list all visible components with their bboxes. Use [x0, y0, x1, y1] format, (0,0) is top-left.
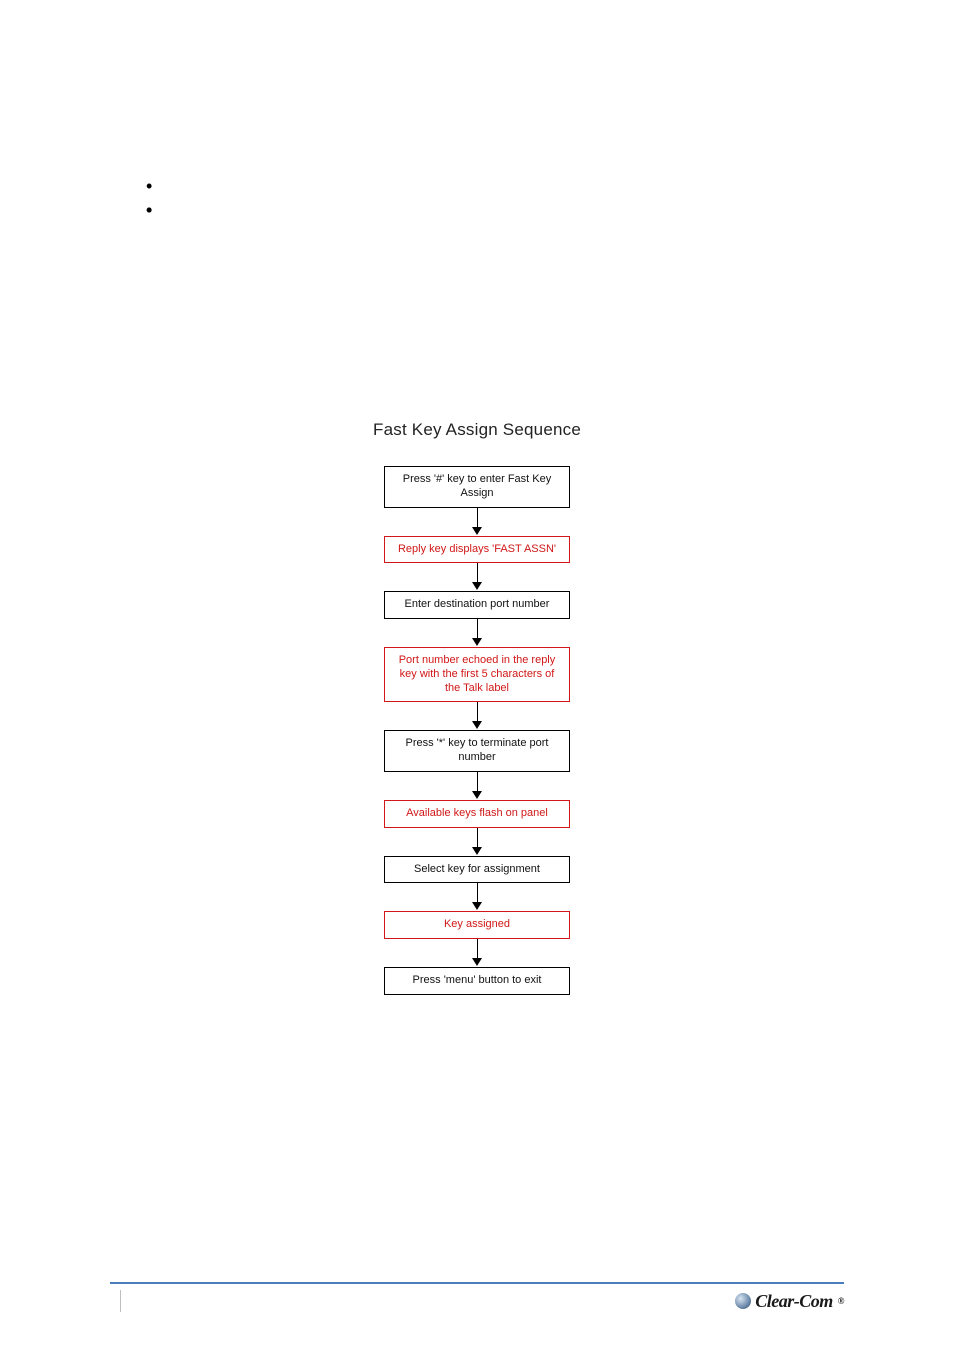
flow-step-user: Press '#' key to enter Fast Key Assign — [384, 466, 570, 508]
page-number-separator — [120, 1290, 121, 1312]
arrow-down-icon — [472, 939, 482, 967]
flow-step-user: Press 'menu' button to exit — [384, 967, 570, 995]
globe-icon — [735, 1293, 751, 1309]
arrow-down-icon — [472, 619, 482, 647]
arrow-down-icon — [472, 883, 482, 911]
flow-step-system: Port number echoed in the reply key with… — [384, 647, 570, 702]
arrow-down-icon — [472, 508, 482, 536]
page-footer: Clear-Com ® — [110, 1282, 844, 1312]
brand-name: Clear-Com — [755, 1291, 833, 1312]
flow-step-text: Press 'menu' button to exit — [413, 974, 542, 988]
page-number-area — [110, 1290, 131, 1312]
flow-step-user: Select key for assignment — [384, 856, 570, 884]
brand-logo: Clear-Com ® — [735, 1291, 844, 1312]
bullet-list — [146, 178, 170, 202]
flow-step-system: Key assigned — [384, 911, 570, 939]
arrow-down-icon — [472, 772, 482, 800]
flow-step-text: Available keys flash on panel — [406, 807, 548, 821]
arrow-down-icon — [472, 828, 482, 856]
flow-step-text: Press '*' key to terminate port number — [393, 737, 561, 765]
flow-step-system: Available keys flash on panel — [384, 800, 570, 828]
flow-step-text: Reply key displays 'FAST ASSN' — [398, 543, 556, 557]
footer-row: Clear-Com ® — [110, 1290, 844, 1312]
arrow-down-icon — [472, 563, 482, 591]
arrow-down-icon — [472, 702, 482, 730]
flow-step-system: Reply key displays 'FAST ASSN' — [384, 536, 570, 564]
flow-step-user: Press '*' key to terminate port number — [384, 730, 570, 772]
flow-step-text: Press '#' key to enter Fast Key Assign — [393, 473, 561, 501]
registered-icon: ® — [838, 1296, 844, 1306]
flowchart-title: Fast Key Assign Sequence — [373, 420, 581, 440]
flow-step-text: Enter destination port number — [405, 598, 550, 612]
footer-divider — [110, 1282, 844, 1284]
flow-step-text: Key assigned — [444, 918, 510, 932]
flowchart: Fast Key Assign Sequence Press '#' key t… — [0, 420, 954, 995]
flow-step-user: Enter destination port number — [384, 591, 570, 619]
flow-step-text: Select key for assignment — [414, 863, 540, 877]
page: Fast Key Assign Sequence Press '#' key t… — [0, 0, 954, 1350]
flow-step-text: Port number echoed in the reply key with… — [393, 654, 561, 695]
